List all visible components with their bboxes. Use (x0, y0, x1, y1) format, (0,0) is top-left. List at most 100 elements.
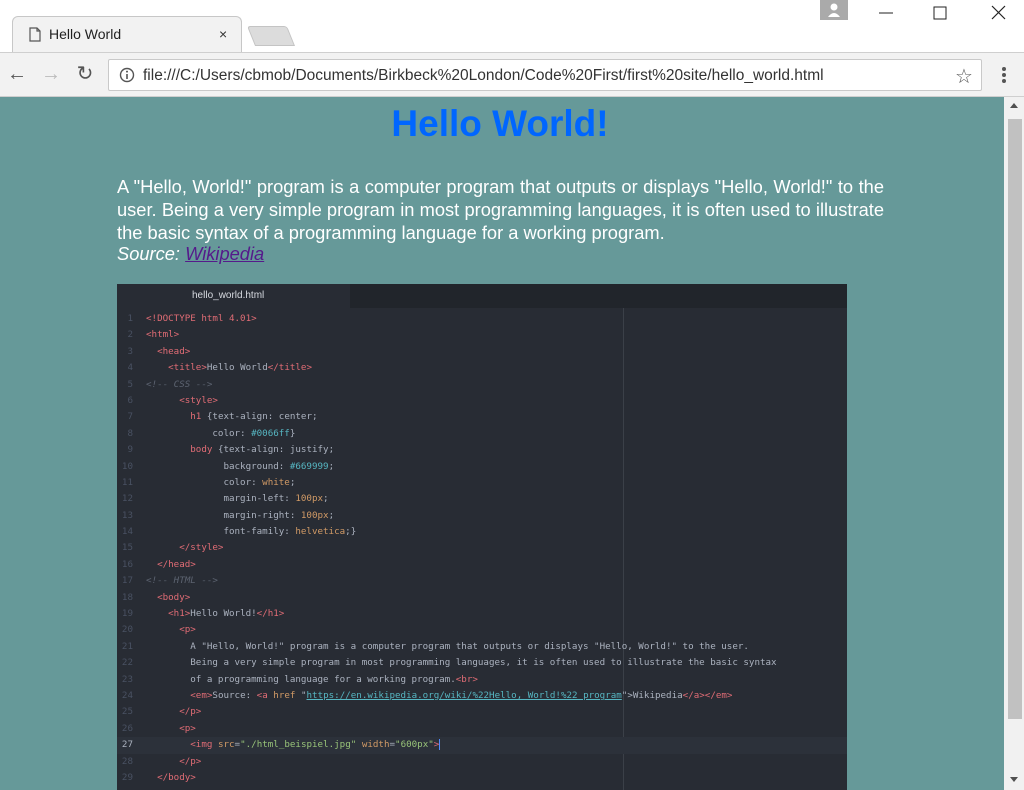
code-token: <!-- CSS --> (146, 378, 213, 390)
code-line: 7 h1 {text-align: center; (117, 409, 847, 425)
code-token: <head> (157, 345, 191, 357)
code-line: 9 body {text-align: justify; (117, 442, 847, 458)
text-cursor (439, 739, 441, 751)
code-token: </body> (157, 771, 196, 783)
code-token: ; (328, 460, 335, 472)
code-line: 12 margin-left: 100px; (117, 491, 847, 507)
code-line: 2 <html> (117, 327, 847, 343)
code-area: 1 <!DOCTYPE html 4.01> 2 <html> 3 <head> 4 <t… (117, 311, 847, 786)
code-token: font-family: (146, 526, 296, 538)
code-line: 1 <!DOCTYPE html 4.01> (117, 311, 847, 327)
bookmark-star-icon[interactable]: ☆ (955, 64, 973, 89)
code-token: A "Hello, World!" program is a computer … (146, 640, 749, 652)
line-number: 16 (121, 558, 133, 570)
scroll-down-arrow-icon[interactable] (1010, 777, 1018, 782)
code-token: <h1> (168, 608, 191, 620)
code-token: <p> (179, 722, 196, 734)
maximize-icon[interactable] (926, 2, 954, 24)
code-line: 16 </head> (117, 557, 847, 573)
scrollbar-thumb[interactable] (1008, 119, 1022, 719)
profile-icon[interactable] (820, 0, 848, 20)
address-bar[interactable]: file:///C:/Users/cbmob/Documents/Birkbec… (108, 59, 982, 91)
code-line: 28 </p> (117, 754, 847, 770)
code-token: ">Wikipedia (621, 689, 683, 701)
code-token: body (190, 444, 213, 456)
code-line: 25 </p> (117, 704, 847, 720)
line-number: 28 (121, 755, 133, 767)
code-token: {text-align: justify; (212, 444, 335, 456)
browser-toolbar: ← → ↻ file:///C:/Users/cbmob/Documents/B… (0, 52, 1024, 97)
info-icon[interactable] (119, 67, 135, 83)
line-number: 5 (127, 378, 133, 390)
title-bar: Hello World × (0, 0, 1024, 52)
back-button[interactable]: ← (6, 63, 28, 85)
code-token: Hello World (206, 362, 268, 374)
code-screenshot-image: hello_world.html 1 <!DOCTYPE html 4.01> 2 <… (117, 284, 847, 790)
code-line: 27 <img src="./html_beispiel.jpg" width=… (117, 737, 847, 754)
line-number: 13 (121, 509, 133, 521)
url-text[interactable]: file:///C:/Users/cbmob/Documents/Birkbec… (143, 67, 824, 85)
code-token: </p> (179, 706, 202, 718)
browser-tab[interactable]: Hello World × (12, 16, 242, 52)
line-number: 2 (127, 329, 133, 341)
code-line: 23 of a programming language for a worki… (117, 672, 847, 688)
code-token: ;} (345, 526, 357, 538)
source-line: Source: Wikipedia (117, 242, 264, 265)
code-token: color: (146, 427, 252, 439)
code-line: 15 </style> (117, 540, 847, 556)
line-number: 7 (127, 411, 133, 423)
code-token: margin-right: (146, 509, 301, 521)
code-token: } (289, 427, 296, 439)
code-line: 22 Being a very simple program in most p… (117, 655, 847, 671)
code-token: </p> (179, 755, 202, 767)
code-token: <!DOCTYPE html 4.01> (146, 313, 257, 324)
line-number: 15 (121, 542, 133, 554)
line-number: 4 (127, 362, 133, 374)
code-token: </style> (179, 542, 224, 554)
line-number: 17 (121, 575, 133, 587)
code-token: <style> (179, 394, 218, 406)
code-token: width (361, 739, 390, 751)
code-token: </title> (267, 362, 312, 374)
code-token: src (217, 739, 235, 751)
code-line: 10 background: #669999; (117, 459, 847, 475)
code-token: https://en.wikipedia.org/wiki/%22Hello,_… (306, 689, 622, 701)
code-token: </head> (157, 558, 196, 570)
close-window-icon[interactable] (984, 2, 1012, 24)
reload-button[interactable]: ↻ (74, 63, 96, 85)
code-line: 5 <!-- CSS --> (117, 377, 847, 393)
code-token: {text-align: center; (201, 411, 318, 423)
line-number: 27 (121, 739, 133, 751)
tab-title: Hello World (49, 26, 122, 42)
code-line: 13 margin-right: 100px; (117, 508, 847, 524)
minimize-icon[interactable] (872, 2, 900, 24)
code-token: <!-- HTML --> (146, 575, 218, 587)
new-tab-button[interactable] (246, 26, 296, 46)
code-token: helvetica (295, 526, 346, 538)
line-number: 25 (121, 706, 133, 718)
scroll-up-arrow-icon[interactable] (1010, 103, 1018, 108)
forward-button[interactable]: → (40, 63, 62, 85)
code-line: 29 </body> (117, 770, 847, 786)
code-line: 26 <p> (117, 721, 847, 737)
wikipedia-link[interactable]: Wikipedia (185, 243, 264, 264)
menu-icon[interactable] (996, 64, 1012, 86)
line-number: 8 (127, 427, 133, 439)
code-token: #0066ff (251, 427, 290, 439)
line-number: 6 (127, 394, 133, 406)
tab-close-button[interactable]: × (219, 26, 227, 42)
code-line: 21 A "Hello, World!" program is a comput… (117, 639, 847, 655)
vertical-scrollbar[interactable] (1004, 97, 1024, 790)
code-token: h1 (190, 411, 202, 423)
code-token: ; (328, 509, 335, 521)
code-token: margin-left: (146, 493, 296, 505)
code-token: #669999 (289, 460, 329, 472)
line-number: 26 (121, 722, 133, 734)
